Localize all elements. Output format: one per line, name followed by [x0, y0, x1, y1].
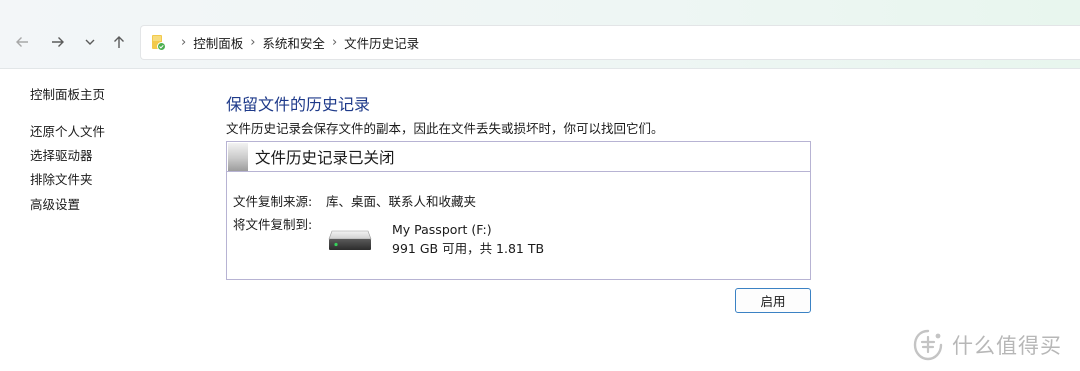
chevron-down-icon[interactable] [79, 31, 101, 53]
breadcrumb-separator: › [331, 35, 338, 50]
source-value: 库、桌面、联系人和收藏夹 [326, 194, 477, 209]
watermark-text: 什么值得买 [952, 334, 1062, 358]
control-panel-icon [152, 34, 166, 51]
status-heading: 文件历史记录已关闭 [255, 148, 395, 167]
breadcrumb-file-history[interactable]: 文件历史记录 [344, 33, 419, 52]
forward-arrow-icon[interactable] [47, 31, 69, 53]
back-arrow-icon[interactable] [11, 31, 33, 53]
source-label: 文件复制来源: [233, 194, 313, 209]
sidebar-item-restore-files[interactable]: 还原个人文件 [30, 121, 105, 140]
status-panel: 文件历史记录已关闭 文件复制来源: 库、桌面、联系人和收藏夹 将文件复制到: M… [226, 141, 811, 280]
status-accent-bar [228, 142, 248, 171]
sidebar-item-advanced-settings[interactable]: 高级设置 [30, 194, 80, 213]
breadcrumb-separator: › [250, 35, 256, 50]
breadcrumb-separator: › [181, 35, 187, 50]
breadcrumb-system-security[interactable]: 系统和安全 [262, 33, 325, 52]
breadcrumb-control-panel[interactable]: 控制面板 [193, 33, 243, 52]
drive-space: 991 GB 可用，共 1.81 TB [392, 241, 545, 256]
page-title: 保留文件的历史记录 [226, 95, 371, 114]
sidebar-item-exclude-folders[interactable]: 排除文件夹 [30, 169, 93, 188]
hard-drive-icon [328, 230, 372, 250]
up-arrow-icon[interactable] [108, 31, 130, 53]
sidebar-item-control-panel-home[interactable]: 控制面板主页 [30, 84, 105, 103]
watermark: 什么值得买 [912, 327, 1062, 363]
enable-button[interactable]: 启用 [735, 288, 811, 313]
status-header: 文件历史记录已关闭 [227, 142, 810, 172]
drive-name: My Passport (F:) [392, 222, 492, 237]
page-description: 文件历史记录会保存文件的副本，因此在文件丢失或损坏时，你可以找回它们。 [226, 121, 664, 136]
target-label: 将文件复制到: [233, 217, 313, 232]
address-bar[interactable]: › 控制面板 › 系统和安全 › 文件历史记录 [140, 25, 1080, 60]
sidebar-item-select-drive[interactable]: 选择驱动器 [30, 145, 93, 164]
watermark-logo-icon [913, 329, 943, 361]
navigation-bar: › 控制面板 › 系统和安全 › 文件历史记录 [0, 0, 1080, 69]
